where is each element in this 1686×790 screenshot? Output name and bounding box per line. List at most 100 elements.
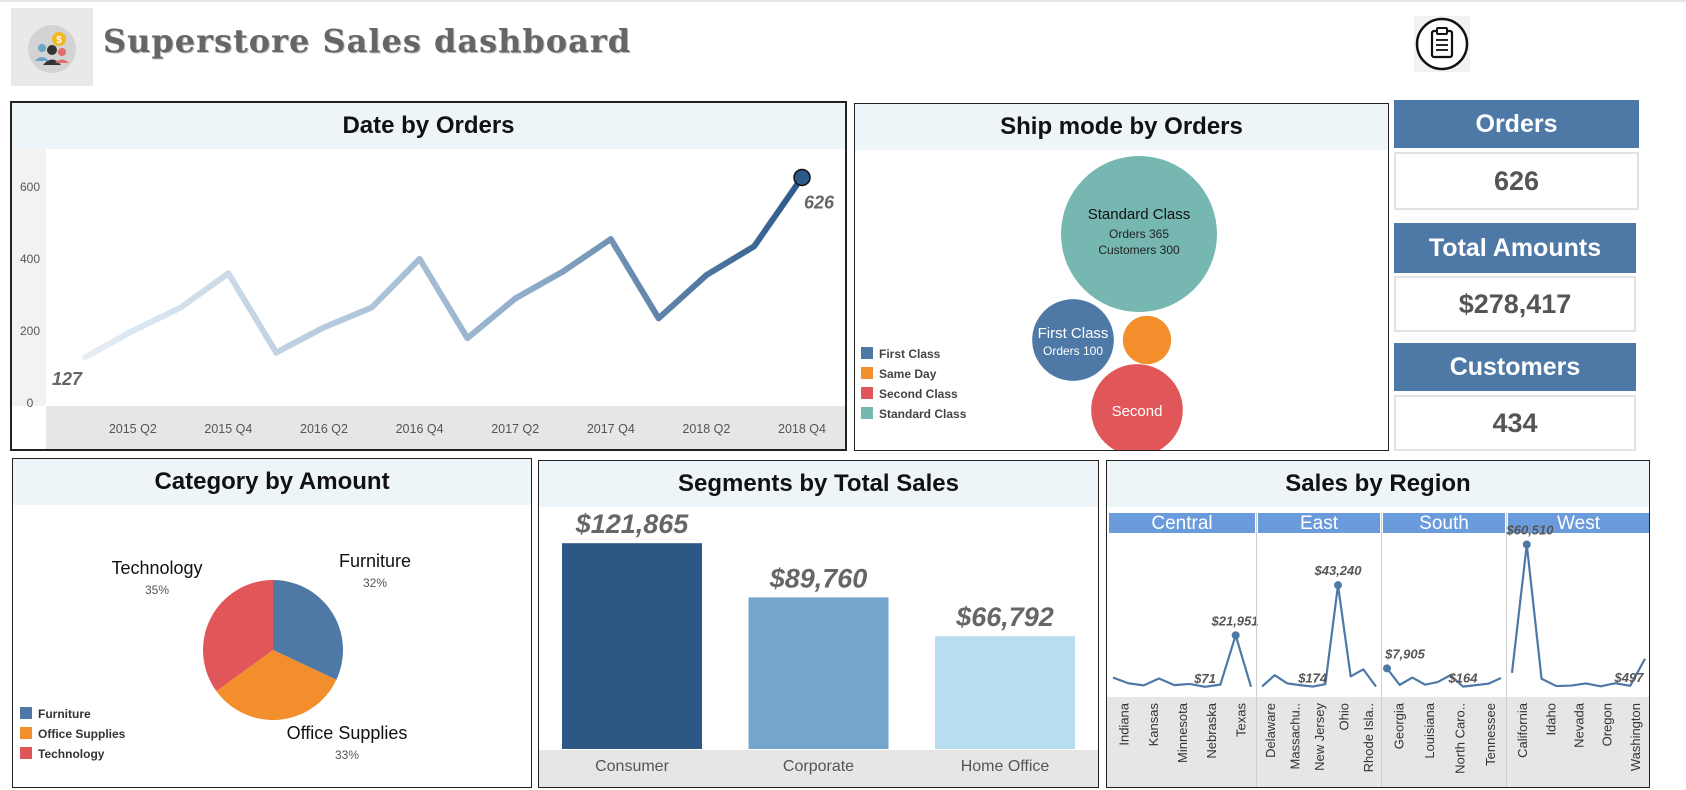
legend-swatch — [861, 347, 873, 359]
bubble-label: First Class — [1038, 325, 1109, 342]
customers-kpi-value: 434 — [1394, 395, 1636, 451]
last-point-marker — [793, 168, 811, 187]
x-tick-label: 2017 Q4 — [587, 422, 635, 436]
legend-label: Standard Class — [879, 407, 967, 421]
clipboard-button[interactable] — [1414, 16, 1470, 72]
region-value-label: $43,240 — [1314, 563, 1363, 578]
state-label: Tennessee — [1483, 703, 1498, 766]
legend-label: Technology — [38, 747, 105, 761]
legend-swatch — [861, 367, 873, 379]
region-sales-line — [1510, 543, 1646, 688]
legend-label: First Class — [879, 347, 941, 361]
customers-kpi-label: Customers — [1394, 343, 1636, 391]
bar-home-office — [935, 636, 1075, 749]
region-value-label: $174 — [1297, 671, 1328, 686]
state-label: Kansas — [1146, 703, 1161, 747]
x-tick-label: 2015 Q4 — [204, 422, 252, 436]
legend-swatch — [861, 407, 873, 419]
region-value-label: $164 — [1448, 671, 1479, 686]
legend-swatch — [861, 387, 873, 399]
x-tick-label: 2018 Q2 — [682, 422, 730, 436]
peak-marker — [1522, 540, 1531, 549]
top-divider — [0, 0, 1686, 2]
state-label: Washington — [1628, 703, 1643, 771]
slice-label: Office Supplies — [287, 723, 408, 743]
bubble-orders: Orders 100 — [1043, 344, 1103, 358]
bar-value-label: $66,792 — [955, 602, 1054, 632]
orders-line — [82, 174, 805, 361]
region-name: East — [1300, 513, 1339, 534]
state-label: Minnesota — [1175, 702, 1190, 763]
x-tick-label: 2016 Q4 — [396, 422, 444, 436]
orders-kpi-value: 626 — [1394, 152, 1639, 210]
state-label: Oregon — [1600, 703, 1615, 746]
category-by-amount-panel: Category by Amount Furniture 32% Office Su… — [12, 458, 532, 788]
y-tick-label: 600 — [20, 180, 40, 194]
region-value-label: $60,510 — [1506, 523, 1555, 538]
dashboard-logo: $ — [11, 8, 93, 86]
bubble-same-day — [1122, 315, 1172, 365]
slice-percent: 35% — [145, 583, 169, 597]
region-value-label: $7,905 — [1384, 646, 1426, 661]
category-label: Home Office — [961, 758, 1050, 775]
y-tick-label: 0 — [27, 396, 34, 410]
segments-panel: Segments by Total Sales $121,865 Consumer… — [538, 460, 1099, 788]
bar-value-label: $89,760 — [769, 563, 868, 593]
state-label: Nevada — [1572, 702, 1587, 748]
peak-marker — [1383, 664, 1391, 673]
region-name: Central — [1151, 513, 1212, 534]
region-value-label: $21,951 — [1211, 613, 1259, 628]
region-value-label: $497 — [1614, 670, 1645, 685]
legend-swatch — [20, 707, 32, 719]
x-tick-label: 2017 Q2 — [491, 422, 539, 436]
category-label: Consumer — [595, 758, 669, 775]
region-name: West — [1557, 513, 1601, 534]
segments-chart: $121,865 Consumer $89,760 Corporate $66,792 H… — [539, 509, 1098, 787]
state-label: Massachu.. — [1288, 703, 1303, 769]
legend-label: Furniture — [38, 707, 91, 721]
x-tick-label: 2016 Q2 — [300, 422, 348, 436]
state-label: Delaware — [1263, 703, 1278, 758]
category-by-amount-chart: Furniture 32% Office Supplies 33% Technology… — [20, 551, 411, 762]
slice-label: Furniture — [339, 551, 411, 571]
state-label: New Jersey — [1312, 703, 1327, 771]
state-label: North Caro.. — [1452, 703, 1467, 774]
legend-label: Second Class — [879, 387, 958, 401]
region-sales-line — [1386, 667, 1502, 688]
svg-text:$: $ — [56, 35, 62, 46]
ship-mode-panel: Ship mode by Orders First Class Same Day S… — [854, 103, 1389, 451]
sales-by-region-panel: Sales by Region Central $21,951 $71 Indiana… — [1106, 460, 1650, 788]
slice-percent: 33% — [335, 748, 359, 762]
peak-marker — [1231, 631, 1240, 640]
bubble-orders: Orders 365 — [1109, 227, 1169, 241]
state-label: Louisiana — [1422, 702, 1437, 758]
state-label: Ohio — [1336, 703, 1351, 730]
sales-by-region-chart: Central $21,951 $71 Indiana Kansas Minnesota N… — [1107, 513, 1649, 787]
region-sales-line — [1112, 634, 1253, 688]
state-label: California — [1515, 702, 1530, 758]
x-tick-label: 2015 Q2 — [109, 422, 157, 436]
orders-kpi-label: Orders — [1394, 100, 1639, 148]
peak-marker — [1334, 581, 1342, 590]
region-name: South — [1419, 513, 1469, 534]
state-label: Nebraska — [1204, 702, 1219, 758]
category-label: Corporate — [783, 758, 854, 775]
dashboard-title: Superstore Sales dashboard — [103, 22, 632, 60]
state-label: Idaho — [1543, 703, 1558, 736]
y-tick-label: 400 — [20, 252, 40, 266]
bar-corporate — [748, 597, 889, 749]
bubble-label: Second — [1112, 403, 1163, 420]
bar-value-label: $121,865 — [575, 509, 690, 539]
end-value-label: 626 — [804, 192, 835, 212]
legend-swatch — [20, 747, 32, 759]
start-value-label: 127 — [52, 369, 83, 389]
region-value-label: $71 — [1193, 671, 1216, 686]
slice-percent: 32% — [363, 576, 387, 590]
total-amounts-kpi-label: Total Amounts — [1394, 223, 1636, 273]
state-label: Texas — [1233, 703, 1248, 737]
legend-label: Same Day — [879, 367, 937, 381]
clipboard-icon — [1415, 17, 1469, 71]
total-amounts-kpi-value: $278,417 — [1394, 276, 1636, 332]
date-by-orders-chart: 0 200 400 600 2015 Q2 2015 Q4 2016 Q2 2016 Q4 20… — [12, 149, 845, 449]
state-label: Rhode Isla.. — [1361, 703, 1376, 772]
